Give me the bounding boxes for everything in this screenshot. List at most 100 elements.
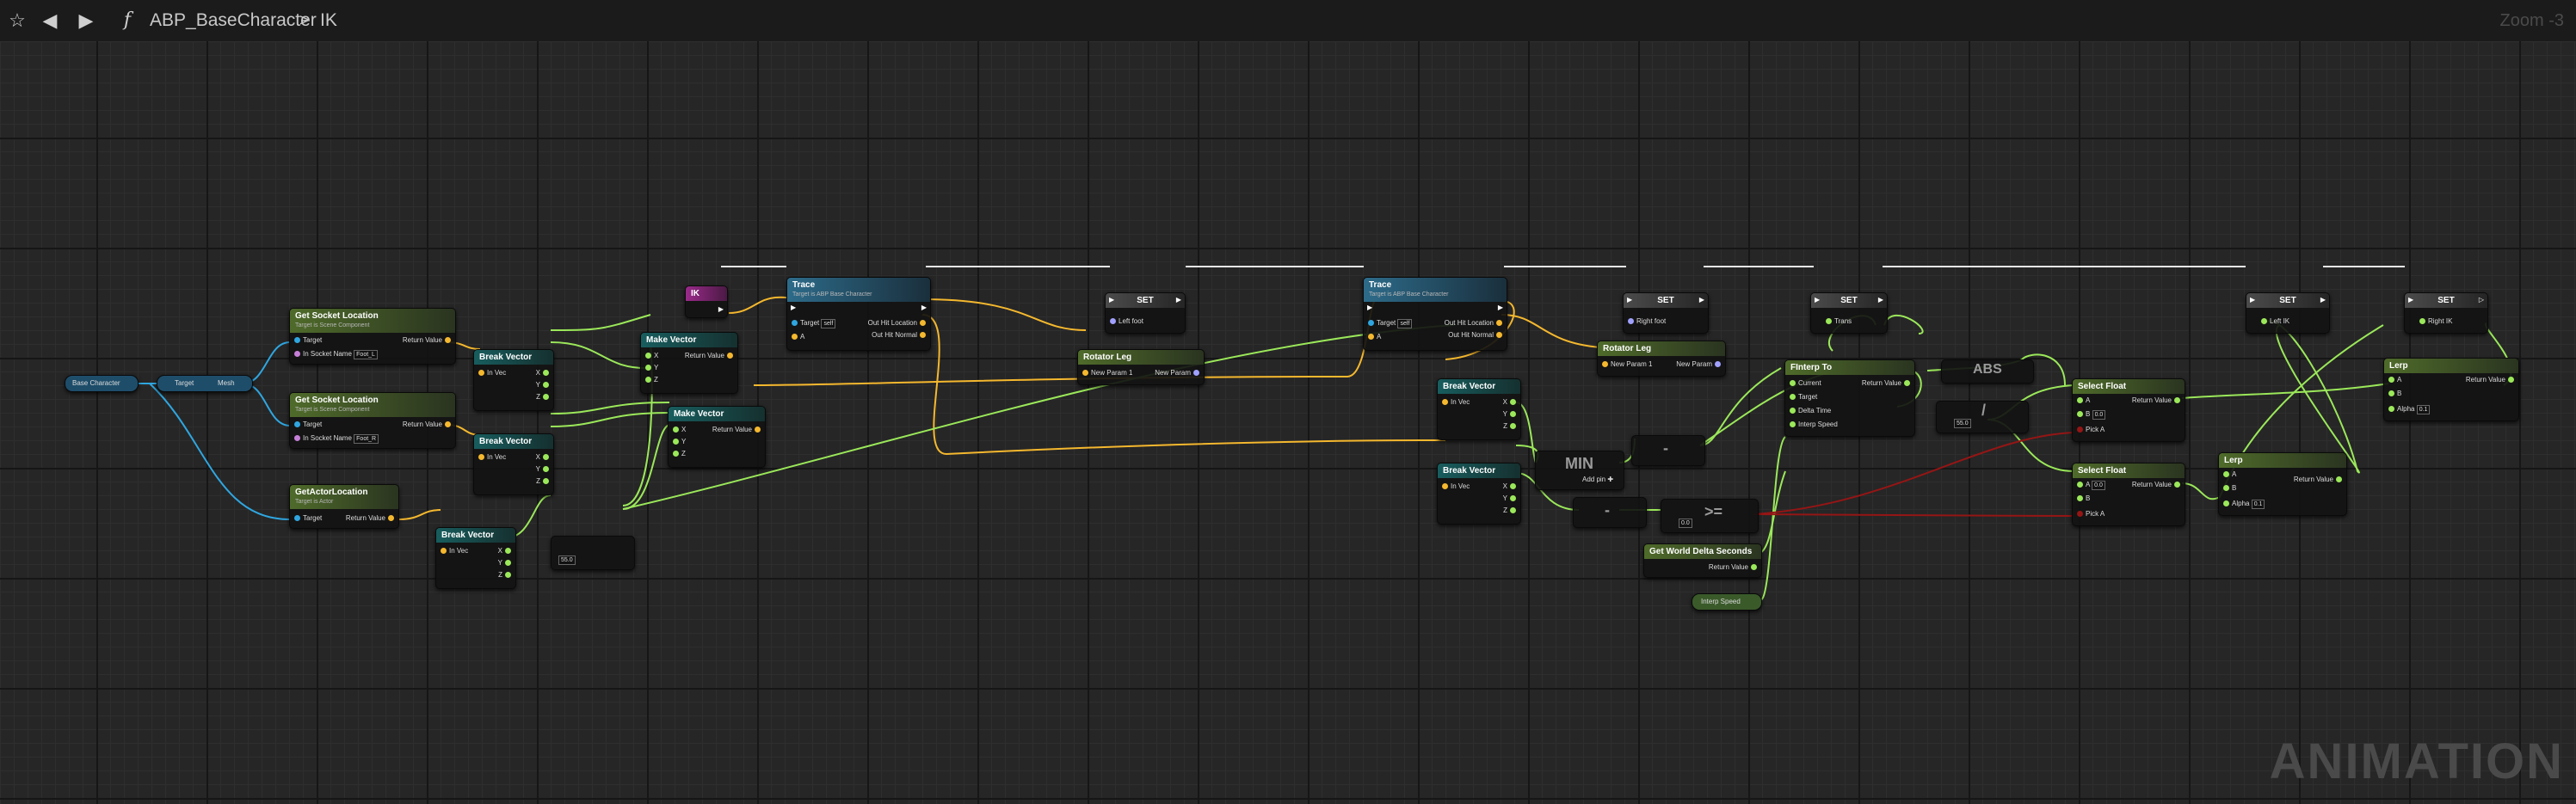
make-vector-node-1[interactable]: Make Vector X Y Z Return Value	[640, 332, 738, 394]
lerp1-a-pin[interactable]: A	[2397, 376, 2401, 384]
get-socket-location-node-1[interactable]: Get Socket Location Target is Scene Compo…	[289, 308, 456, 365]
lerp-node-1[interactable]: Lerp A B Alpha 0.1 Return Value	[2383, 358, 2519, 421]
trace1-self-field[interactable]: self	[821, 319, 836, 328]
gal-return-pin[interactable]: Return Value	[346, 514, 385, 522]
gsl2-socket-name-pin[interactable]: In Socket Name	[303, 434, 352, 442]
lerp2-alpha-field[interactable]: 0.1	[2251, 500, 2265, 509]
mv1-return-pin[interactable]: Return Value	[685, 352, 724, 359]
bv5-x-pin[interactable]: X	[1503, 482, 1507, 490]
gsl1-target-pin[interactable]: Target	[303, 336, 322, 344]
bv4-y-pin[interactable]: Y	[1503, 410, 1507, 418]
bv5-z-pin[interactable]: Z	[1503, 506, 1507, 514]
lerp2-b-pin[interactable]: B	[2232, 484, 2236, 492]
trace1-exec-out[interactable]: ▶	[921, 304, 927, 312]
gsl1-return-pin[interactable]: Return Value	[403, 336, 442, 344]
sf2-return-pin[interactable]: Return Value	[2132, 481, 2172, 488]
back-arrow-icon[interactable]: ◀	[38, 9, 62, 33]
trace-node-2[interactable]: Trace Target is ABP Base Character ▶ ▶ Ta…	[1363, 277, 1507, 351]
set3-exec-out[interactable]: ▶	[1878, 296, 1883, 304]
bv4-x-pin[interactable]: X	[1503, 398, 1507, 406]
bv4-in-pin[interactable]: In Vec	[1451, 398, 1470, 406]
get-mesh-node[interactable]: Target Mesh	[157, 375, 253, 392]
subtract-node-3[interactable]: -	[1573, 497, 1647, 528]
sf1-b-field[interactable]: 0.0	[2092, 410, 2106, 420]
get-world-delta-seconds-node[interactable]: Get World Delta Seconds Return Value	[1643, 543, 1762, 578]
bv1-y-pin[interactable]: Y	[536, 381, 540, 389]
mv1-x-pin[interactable]: X	[654, 352, 658, 359]
trace-node-1[interactable]: Trace Target is ABP Base Character ▶ ▶ Ta…	[786, 277, 931, 351]
set1-exec-in[interactable]: ▶	[1109, 296, 1114, 304]
gwds-return-pin[interactable]: Return Value	[1709, 563, 1748, 571]
bv3-y-pin[interactable]: Y	[498, 559, 502, 567]
get-mesh-target-pin[interactable]: Target	[175, 379, 194, 388]
finterp-to-node[interactable]: FInterp To Current Target Delta Time Int…	[1784, 359, 1915, 437]
bv2-z-pin[interactable]: Z	[536, 477, 540, 485]
breadcrumb-root[interactable]: ABP_BaseCharacter	[150, 9, 317, 33]
lerp1-b-pin[interactable]: B	[2397, 390, 2401, 397]
sf2-pick-pin[interactable]: Pick A	[2086, 510, 2105, 518]
rotator-leg-node-2[interactable]: Rotator Leg New Param 1 New Param	[1597, 341, 1726, 377]
break-vector-node-4[interactable]: Break Vector In Vec X Y Z	[1437, 378, 1521, 440]
mv2-z-pin[interactable]: Z	[681, 450, 686, 457]
trace2-target-pin[interactable]: Target	[1377, 319, 1396, 327]
div-value-field[interactable]: 55.0	[1954, 419, 1971, 428]
mv1-y-pin[interactable]: Y	[654, 364, 658, 371]
sf2-a-field[interactable]: 0.0	[2092, 481, 2105, 490]
bv3-in-pin[interactable]: In Vec	[449, 547, 468, 555]
gsl2-socket-value-field[interactable]: Foot_R	[354, 434, 379, 444]
finterp-return-pin[interactable]: Return Value	[1862, 379, 1901, 387]
break-vector-node-3[interactable]: Break Vector In Vec X Y Z	[435, 527, 516, 589]
bv5-y-pin[interactable]: Y	[1503, 494, 1507, 502]
ik-entry-node[interactable]: IK ▶	[685, 285, 728, 318]
bv1-z-pin[interactable]: Z	[536, 393, 540, 401]
interp-speed-variable-node[interactable]: Interp Speed	[1692, 593, 1762, 611]
bookmark-star-icon[interactable]: ☆	[5, 9, 29, 33]
sub1-value-field[interactable]: 55.0	[558, 555, 576, 565]
set2-exec-out[interactable]: ▶	[1699, 296, 1704, 304]
ik-exec-out-pin[interactable]: ▶	[718, 305, 724, 314]
bv2-x-pin[interactable]: X	[536, 453, 540, 461]
sf1-b-pin[interactable]: B	[2086, 410, 2090, 418]
set-right-ik-node[interactable]: SET ▶ ▷ Right IK	[2404, 292, 2488, 334]
lerp1-alpha-field[interactable]: 0.1	[2416, 405, 2431, 414]
rl2-in-pin[interactable]: New Param 1	[1611, 360, 1652, 368]
rl1-out-pin[interactable]: New Param	[1155, 369, 1191, 377]
set5-value-pin[interactable]: Right IK	[2428, 317, 2452, 325]
ge-value-field[interactable]: 0.0	[1679, 519, 1692, 528]
bv1-x-pin[interactable]: X	[536, 369, 540, 377]
set1-exec-out[interactable]: ▶	[1176, 296, 1181, 304]
select-float-node-1[interactable]: Select Float A B 0.0 Pick A Return Value	[2072, 378, 2185, 442]
blueprint-graph[interactable]: Base Character Target Mesh Get Socket Lo…	[0, 41, 2576, 804]
set-trans-node[interactable]: SET ▶ ▶ Trans	[1810, 292, 1888, 334]
bv2-y-pin[interactable]: Y	[536, 465, 540, 473]
get-socket-location-node-2[interactable]: Get Socket Location Target is Scene Compo…	[289, 392, 456, 449]
sf1-return-pin[interactable]: Return Value	[2132, 396, 2172, 404]
set2-value-pin[interactable]: Right foot	[1636, 317, 1666, 325]
finterp-delta-pin[interactable]: Delta Time	[1798, 407, 1831, 414]
mv2-x-pin[interactable]: X	[681, 426, 686, 433]
set-left-foot-node[interactable]: SET ▶ ▶ Left foot	[1105, 292, 1186, 334]
set-left-ik-node[interactable]: SET ▶ ▶ Left IK	[2246, 292, 2330, 334]
trace1-a-pin[interactable]: A	[800, 333, 804, 341]
lerp1-return-pin[interactable]: Return Value	[2466, 376, 2505, 384]
mv2-return-pin[interactable]: Return Value	[712, 426, 752, 433]
trace2-out-location-pin[interactable]: Out Hit Location	[1445, 319, 1494, 327]
set3-value-pin[interactable]: Trans	[1834, 317, 1852, 325]
subtract-node-1[interactable]: 55.0	[551, 536, 635, 570]
trace1-out-normal-pin[interactable]: Out Hit Normal	[872, 331, 917, 339]
breadcrumb-current[interactable]: IK	[320, 9, 337, 33]
forward-arrow-icon[interactable]: ▶	[74, 9, 98, 33]
set2-exec-in[interactable]: ▶	[1627, 296, 1632, 304]
subtract-node-2[interactable]: -	[1631, 435, 1705, 466]
sf2-b-pin[interactable]: B	[2086, 494, 2090, 502]
finterp-current-pin[interactable]: Current	[1798, 379, 1821, 387]
rl2-out-pin[interactable]: New Param	[1676, 360, 1712, 368]
bv3-z-pin[interactable]: Z	[498, 571, 502, 579]
set-right-foot-node[interactable]: SET ▶ ▶ Right foot	[1623, 292, 1709, 334]
divide-node[interactable]: / 55.0	[1936, 401, 2029, 433]
break-vector-node-1[interactable]: Break Vector In Vec X Y Z	[473, 349, 554, 411]
trace1-exec-in[interactable]: ▶	[791, 304, 796, 312]
get-mesh-output-pin[interactable]: Mesh	[218, 379, 235, 388]
abs-node[interactable]: ABS	[1941, 359, 2034, 384]
sf1-pick-pin[interactable]: Pick A	[2086, 426, 2105, 433]
